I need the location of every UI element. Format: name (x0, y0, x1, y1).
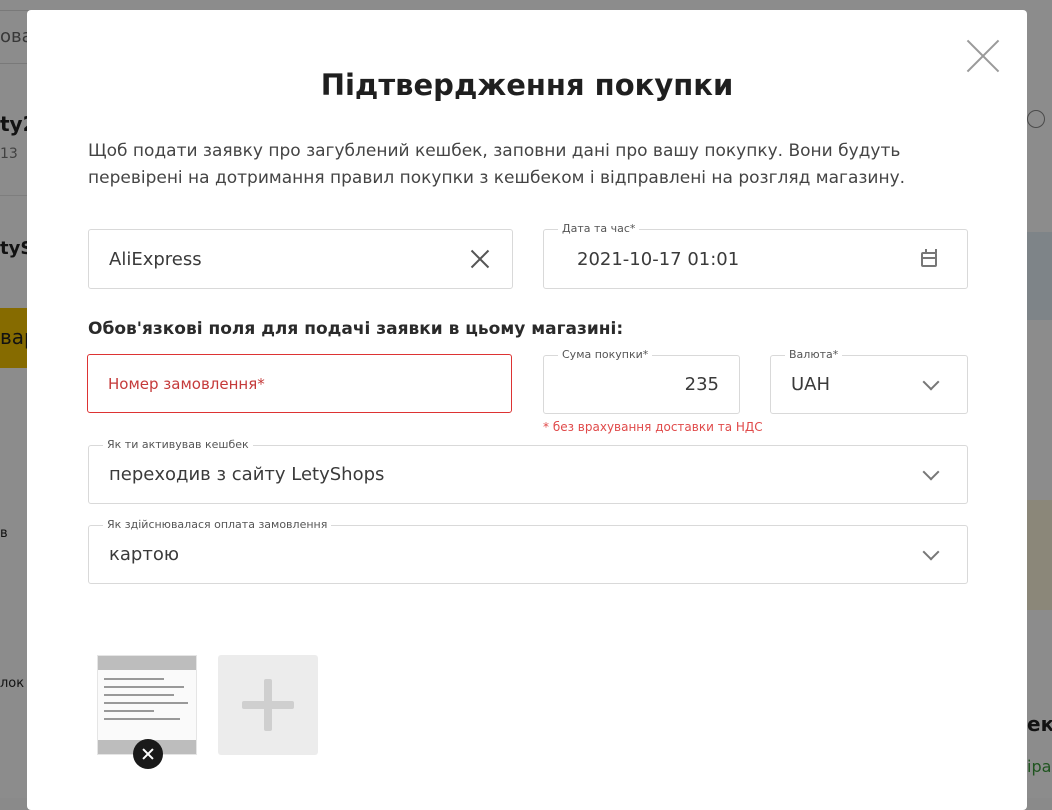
activation-method-value: переходив з сайту LetyShops (109, 464, 385, 485)
order-number-input[interactable]: Номер замовлення* (87, 354, 512, 413)
calendar-icon[interactable] (921, 248, 937, 267)
clear-icon[interactable] (470, 249, 490, 269)
currency-label: Валюта* (785, 348, 843, 362)
activation-method-select[interactable]: Як ти активував кешбек переходив з сайту… (88, 438, 968, 504)
activation-method-label: Як ти активував кешбек (103, 438, 253, 452)
store-value: AliExpress (109, 248, 202, 270)
purchase-amount-input[interactable]: Сума покупки* 235 (543, 348, 740, 414)
purchase-amount-label: Сума покупки* (558, 348, 653, 362)
datetime-value: 2021-10-17 01:01 (577, 248, 740, 270)
datetime-field[interactable]: Дата та час* 2021-10-17 01:01 (543, 222, 968, 289)
purchase-confirmation-modal: Підтвердження покупки Щоб подати заявку … (27, 10, 1027, 810)
payment-method-label: Як здійснювалася оплата замовлення (103, 518, 332, 532)
chevron-down-icon (922, 463, 940, 480)
datetime-label: Дата та час* (558, 222, 640, 236)
amount-hint: * без врахування доставки та НДС (543, 420, 763, 434)
chevron-down-icon (922, 543, 940, 560)
order-number-placeholder: Номер замовлення* (108, 374, 265, 393)
modal-title: Підтвердження покупки (320, 68, 734, 102)
chevron-down-icon (922, 373, 940, 390)
purchase-amount-value: 235 (684, 374, 719, 395)
store-field[interactable]: AliExpress (88, 229, 513, 289)
modal-description: Щоб подати заявку про загублений кешбек,… (88, 141, 906, 188)
required-fields-heading: Обов'язкові поля для подачі заявки в цьо… (88, 319, 624, 339)
payment-method-value: картою (109, 544, 179, 565)
currency-value: UAH (791, 374, 831, 395)
currency-select[interactable]: Валюта* UAH (770, 348, 968, 414)
payment-method-select[interactable]: Як здійснювалася оплата замовлення карто… (88, 518, 968, 584)
remove-attachment-icon[interactable] (133, 739, 163, 769)
add-attachment-button[interactable] (218, 655, 318, 755)
